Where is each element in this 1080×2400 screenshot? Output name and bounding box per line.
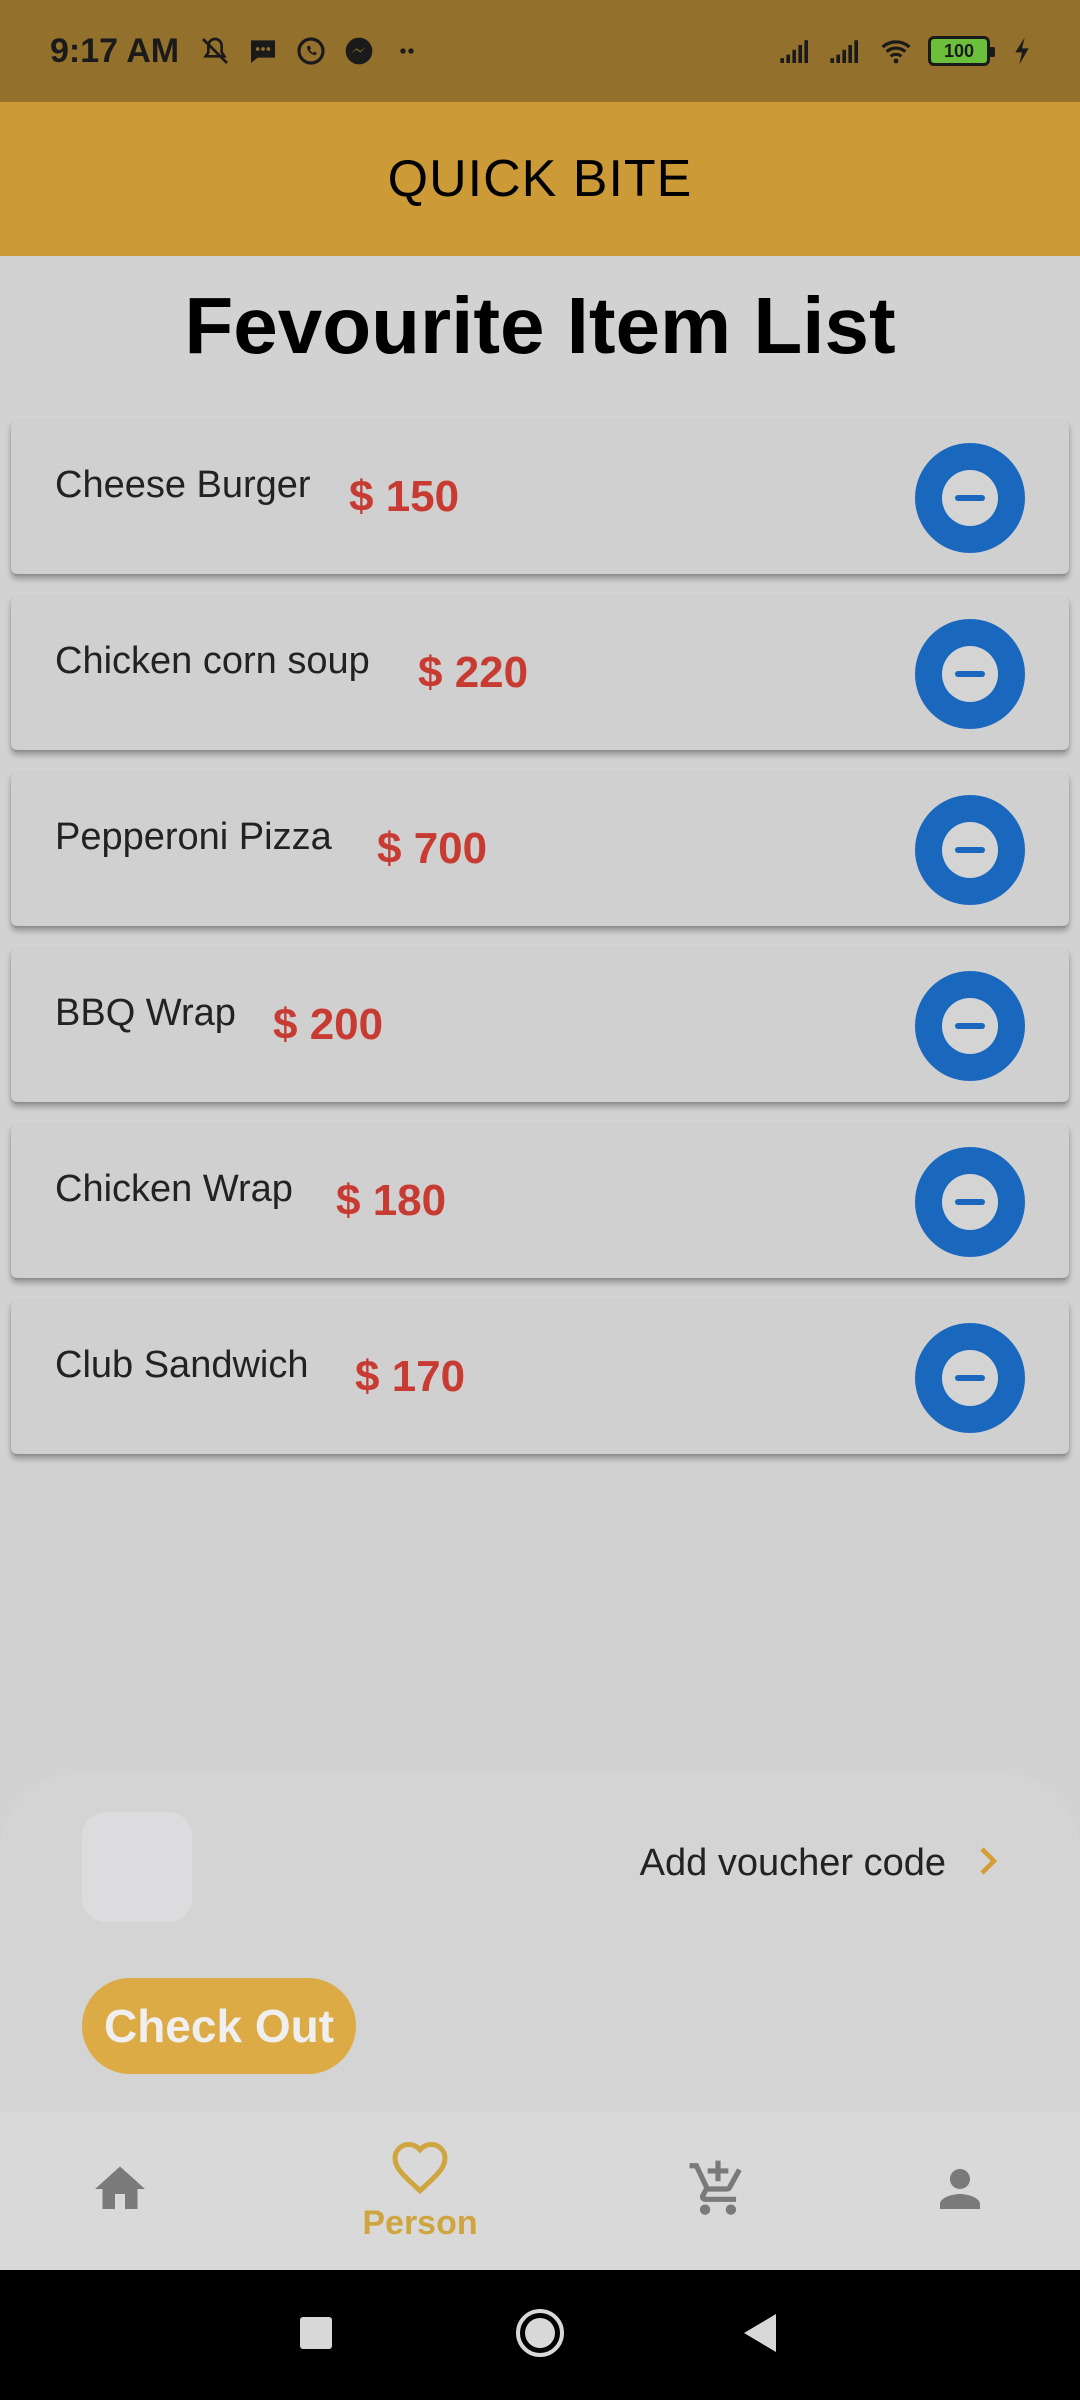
messenger-icon bbox=[341, 33, 377, 69]
bottom-navigation: Person bbox=[0, 2112, 1080, 2270]
system-navigation-bar bbox=[0, 2270, 1080, 2400]
square-icon bbox=[298, 2315, 334, 2356]
notification-icons bbox=[197, 33, 425, 69]
item-name: BBQ Wrap bbox=[55, 992, 236, 1034]
item-price: $ 170 bbox=[355, 1352, 466, 1401]
heart-icon bbox=[390, 2139, 450, 2200]
back-button[interactable] bbox=[700, 2270, 820, 2400]
minus-icon bbox=[942, 470, 998, 526]
signal-icon bbox=[778, 33, 814, 69]
checkout-button[interactable]: Check Out bbox=[82, 1978, 356, 2074]
item-price: $ 200 bbox=[273, 1000, 384, 1049]
remove-item-button[interactable] bbox=[915, 619, 1025, 729]
remove-item-button[interactable] bbox=[915, 443, 1025, 553]
item-name: Pepperoni Pizza bbox=[55, 816, 332, 858]
add-voucher-link[interactable]: Add voucher code bbox=[640, 1842, 1000, 1885]
item-price: $ 220 bbox=[418, 648, 529, 697]
home-system-button[interactable] bbox=[480, 2270, 600, 2400]
list-item: BBQ Wrap $ 200 bbox=[11, 948, 1069, 1102]
nav-cart[interactable] bbox=[658, 2112, 778, 2270]
nav-label: Person bbox=[362, 2204, 478, 2242]
item-name: Club Sandwich bbox=[55, 1344, 309, 1386]
minus-icon bbox=[942, 1174, 998, 1230]
mute-bell-icon bbox=[197, 33, 233, 69]
minus-icon bbox=[942, 1350, 998, 1406]
nav-home[interactable] bbox=[60, 2112, 180, 2270]
person-icon bbox=[930, 2159, 990, 2224]
list-item: Pepperoni Pizza $ 700 bbox=[11, 772, 1069, 926]
page-title: Fevourite Item List bbox=[184, 281, 896, 370]
signal-icon bbox=[828, 33, 864, 69]
voucher-icon-box bbox=[82, 1812, 192, 1922]
voucher-label: Add voucher code bbox=[639, 1842, 946, 1884]
minus-icon bbox=[942, 646, 998, 702]
nav-favourites[interactable]: Person bbox=[330, 2112, 510, 2270]
home-icon bbox=[90, 2159, 150, 2224]
remove-item-button[interactable] bbox=[915, 795, 1025, 905]
add-cart-icon bbox=[687, 2158, 749, 2225]
list-item: Chicken corn soup $ 220 bbox=[11, 596, 1069, 750]
minus-icon bbox=[942, 822, 998, 878]
item-price: $ 150 bbox=[349, 472, 460, 521]
charging-icon bbox=[1004, 33, 1040, 69]
whatsapp-icon bbox=[293, 33, 329, 69]
list-item: Chicken Wrap $ 180 bbox=[11, 1124, 1069, 1278]
favourite-list: Cheese Burger $ 150 Chicken corn soup $ … bbox=[11, 420, 1069, 1476]
checkout-panel: Add voucher code Check Out bbox=[0, 1772, 1080, 2112]
list-item: Club Sandwich $ 170 bbox=[11, 1300, 1069, 1454]
item-name: Cheese Burger bbox=[55, 464, 311, 506]
item-name: Chicken Wrap bbox=[55, 1168, 293, 1210]
remove-item-button[interactable] bbox=[915, 1323, 1025, 1433]
app-bar: QUICK BITE bbox=[0, 102, 1080, 256]
circle-icon bbox=[514, 2307, 566, 2364]
battery-icon: 100 bbox=[928, 36, 995, 66]
item-price: $ 700 bbox=[377, 824, 488, 873]
remove-item-button[interactable] bbox=[915, 971, 1025, 1081]
minus-icon bbox=[942, 998, 998, 1054]
wifi-icon bbox=[878, 33, 914, 69]
status-bar: 9:17 AM 100 bbox=[0, 0, 1080, 102]
more-dots-icon bbox=[389, 33, 425, 69]
remove-item-button[interactable] bbox=[915, 1147, 1025, 1257]
list-item: Cheese Burger $ 150 bbox=[11, 420, 1069, 574]
status-time: 9:17 AM bbox=[50, 31, 180, 70]
chevron-right-icon bbox=[976, 1843, 1000, 1884]
system-status-icons: 100 bbox=[778, 33, 1040, 69]
message-icon bbox=[245, 33, 281, 69]
app-title: QUICK BITE bbox=[387, 150, 693, 208]
battery-level: 100 bbox=[943, 40, 975, 61]
back-triangle-icon bbox=[740, 2312, 780, 2359]
item-name: Chicken corn soup bbox=[55, 640, 370, 682]
recents-button[interactable] bbox=[256, 2270, 376, 2400]
item-price: $ 180 bbox=[336, 1176, 447, 1225]
nav-profile[interactable] bbox=[900, 2112, 1020, 2270]
